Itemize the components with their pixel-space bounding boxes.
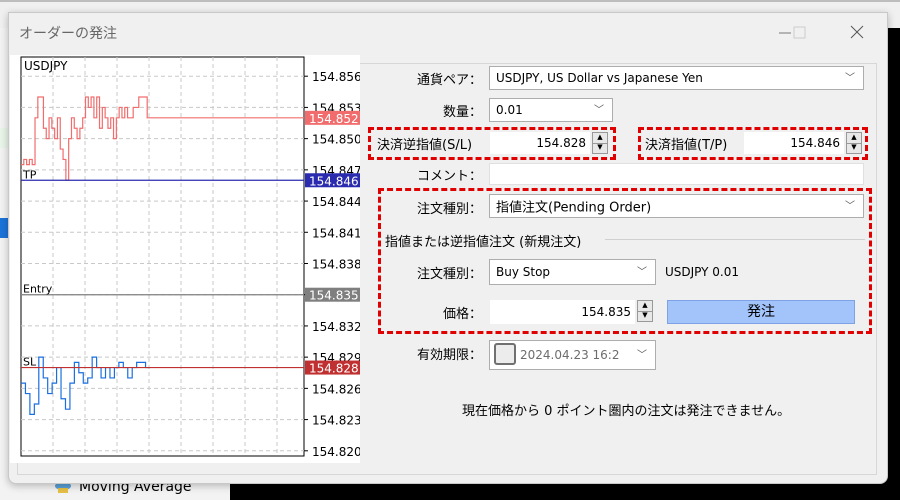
- comment-input[interactable]: [489, 163, 864, 185]
- order-type-select[interactable]: 指値注文(Pending Order) ﹀: [489, 194, 864, 218]
- price-input[interactable]: 154.835: [490, 300, 635, 324]
- price-tick-label: 154.844: [312, 195, 360, 209]
- pending-type-label: 注文種別：: [416, 267, 482, 282]
- chevron-down-icon: ﹀: [845, 201, 855, 212]
- expiry-value: 2024.04.23 16:2: [520, 348, 620, 362]
- place-order-button[interactable]: 発注: [667, 300, 855, 324]
- symbol-label: 通貨ペア：: [416, 73, 482, 88]
- volume-select[interactable]: 0.01 ﹀: [489, 98, 613, 122]
- price-chart: 154.856 154.853 154.850 154.847 154.844 154.8…: [10, 55, 360, 463]
- group-divider: [605, 239, 865, 240]
- chart-svg: 154.856154.853154.850154.847154.844154.8…: [20, 56, 360, 459]
- sl-spinner[interactable]: ▲ ▼: [592, 132, 608, 154]
- price-tick-label: 154.850: [312, 133, 360, 147]
- sl-label: 決済逆指値(S/L): [377, 138, 473, 153]
- entry-line-label: Entry: [23, 283, 53, 296]
- expiry-label: 有効期限：: [416, 348, 482, 363]
- price-tick-label: 154.832: [312, 320, 360, 334]
- comment-label: コメント：: [416, 169, 482, 184]
- price-tick-label: 154.841: [312, 226, 360, 240]
- tp-price-tag-label: 154.846: [309, 174, 359, 188]
- symbol-select[interactable]: USDJPY, US Dollar vs Japanese Yen ﹀: [489, 66, 864, 90]
- sl-input[interactable]: 154.828: [490, 132, 590, 154]
- notice-text: 現在価格から 0 ポイント圏内の注文は発注できません。: [462, 404, 791, 419]
- order-type-label: 注文種別：: [416, 202, 482, 217]
- pending-group-title: 指値または逆指値注文 (新規注文): [385, 235, 582, 250]
- tp-line-label: TP: [22, 168, 37, 181]
- price-label: 価格：: [442, 307, 482, 322]
- price-tick-label: 154.856: [312, 70, 360, 84]
- spin-down-icon[interactable]: ▼: [638, 311, 652, 321]
- price-tick-label: 154.826: [312, 382, 360, 396]
- chevron-down-icon: ﹀: [637, 267, 647, 278]
- symbol-value: USDJPY, US Dollar vs Japanese Yen: [496, 71, 703, 85]
- chart-frame: [20, 56, 305, 457]
- pending-type-select[interactable]: Buy Stop ﹀: [489, 259, 656, 285]
- maximize-icon[interactable]: [784, 21, 814, 45]
- tp-value: 154.846: [790, 136, 840, 150]
- chevron-down-icon: ﹀: [845, 73, 855, 84]
- close-icon[interactable]: [842, 21, 872, 45]
- sl-price-tag-label: 154.828: [309, 362, 359, 376]
- entry-price-tag-label: 154.835: [309, 289, 359, 303]
- price-value: 154.835: [581, 305, 631, 319]
- spin-down-icon[interactable]: ▼: [593, 143, 607, 153]
- ask-price-tag-label: 154.852: [309, 112, 359, 126]
- price-tick-label: 154.838: [312, 258, 360, 272]
- price-tick-label: 154.823: [312, 414, 360, 428]
- tp-spinner[interactable]: ▲ ▼: [846, 132, 862, 154]
- dialog-title: オーダーの発注: [19, 26, 117, 42]
- chevron-down-icon: ﹀: [594, 105, 604, 116]
- pending-type-value: Buy Stop: [496, 265, 551, 279]
- tp-label: 決済指値(T/P): [645, 138, 728, 153]
- tp-input[interactable]: 154.846: [744, 132, 844, 154]
- volume-value: 0.01: [496, 103, 523, 117]
- price-tick-label: 154.820: [312, 445, 360, 459]
- pending-summary: USDJPY 0.01: [665, 265, 740, 279]
- sl-line-label: SL: [23, 356, 37, 369]
- chevron-down-icon: ﹀: [637, 350, 647, 361]
- sl-value: 154.828: [536, 136, 586, 150]
- chart-symbol-label: USDJPY: [24, 59, 68, 73]
- order-type-value: 指値注文(Pending Order): [496, 200, 652, 216]
- expiry-checkbox[interactable]: [494, 343, 516, 365]
- volume-label: 数量：: [442, 105, 482, 120]
- spin-down-icon[interactable]: ▼: [847, 143, 861, 153]
- price-spinner[interactable]: ▲ ▼: [637, 300, 653, 322]
